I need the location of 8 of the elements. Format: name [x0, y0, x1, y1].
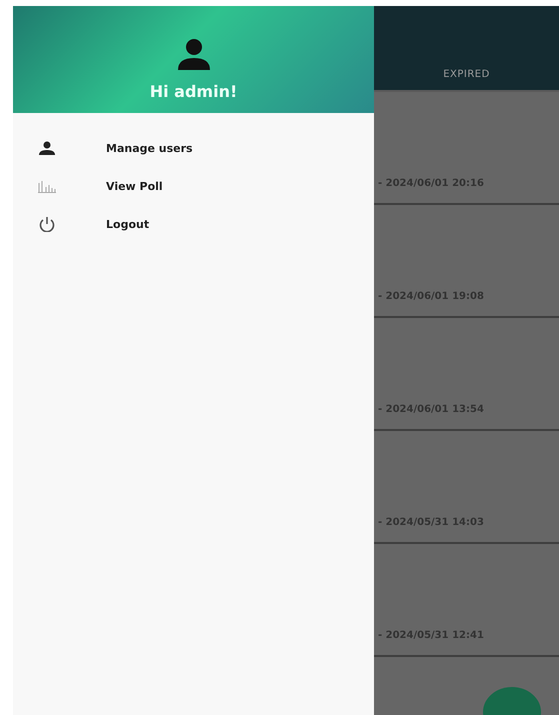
- greeting-text: Hi admin!: [150, 82, 238, 101]
- menu-item[interactable]: Manage users: [13, 129, 374, 167]
- power-icon: [37, 216, 57, 232]
- tab[interactable]: EXPIRED: [443, 69, 490, 80]
- chart-icon: [37, 179, 57, 193]
- menu-item[interactable]: Logout: [13, 205, 374, 243]
- person-icon: [37, 141, 57, 155]
- menu-item[interactable]: View Poll: [13, 167, 374, 205]
